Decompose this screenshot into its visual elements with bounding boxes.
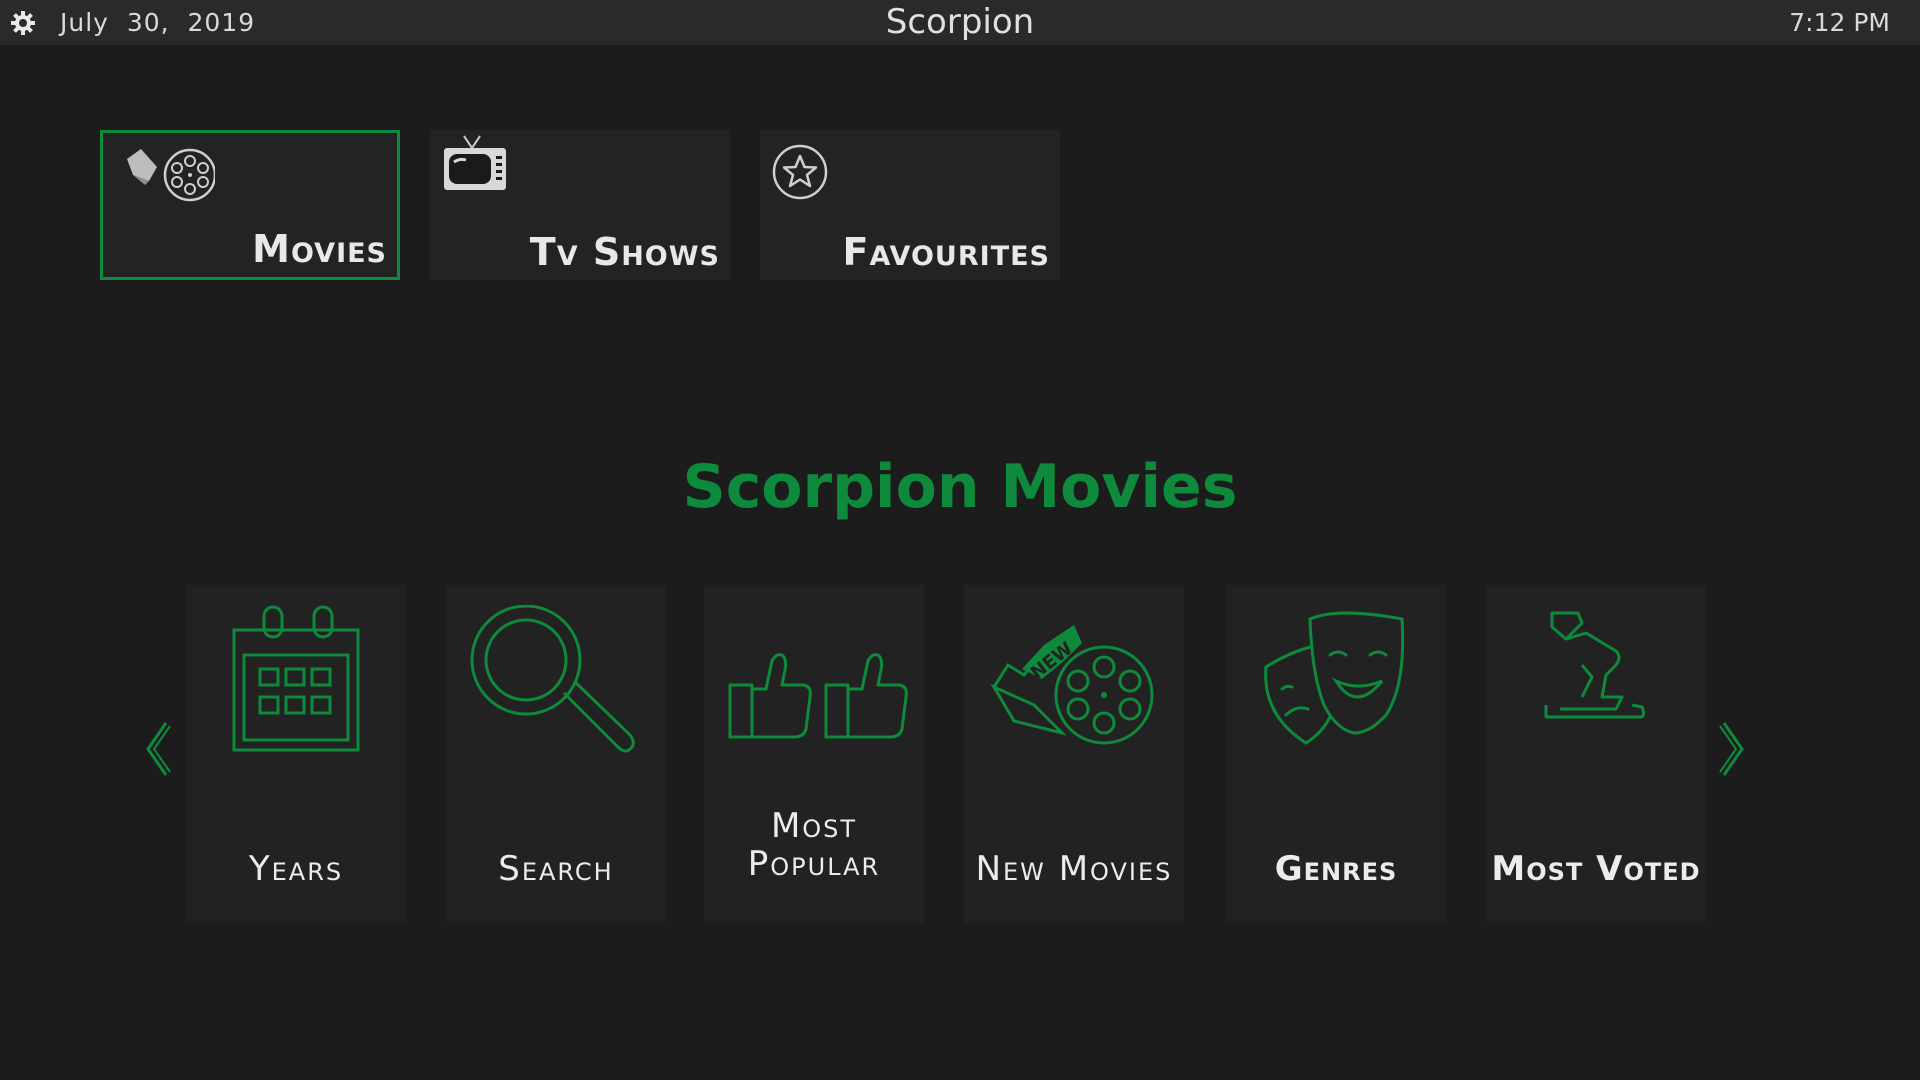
category-card-new-movies[interactable]: NEW New Movies — [964, 585, 1184, 923]
top-bar: July 30, 2019 Scorpion 7:12 PM — [0, 0, 1920, 45]
category-label: Years — [248, 849, 344, 889]
clock-label: 7:12 PM — [1789, 8, 1890, 37]
film-reel-icon — [127, 148, 215, 202]
category-label: Genres — [1274, 849, 1398, 889]
menu-tile-label: Tv Shows — [529, 230, 720, 274]
category-label: Most Voted — [1491, 849, 1701, 889]
magnifier-icon — [470, 605, 635, 753]
star-icon — [772, 144, 828, 200]
voting-hand-icon — [1544, 611, 1646, 719]
category-card-search[interactable]: Search — [446, 585, 666, 923]
category-label: Search — [498, 849, 614, 889]
new-film-reel-icon: NEW — [990, 625, 1154, 745]
tv-icon — [444, 135, 506, 190]
menu-tile-label: Movies — [252, 227, 387, 271]
section-title: Scorpion Movies — [682, 452, 1238, 522]
category-label: Most Popular — [747, 806, 881, 884]
calendar-icon — [232, 605, 360, 752]
category-row: Years Search Most Popular NEW New Movies… — [0, 585, 1920, 925]
category-label: New Movies — [975, 849, 1173, 889]
category-card-years[interactable]: Years — [186, 585, 406, 923]
menu-tile-movies[interactable]: Movies — [100, 130, 400, 280]
menu-tile-tv-shows[interactable]: Tv Shows — [430, 130, 730, 280]
menu-tile-label: Favourites — [842, 230, 1050, 274]
app-title: Scorpion — [885, 2, 1035, 42]
theater-masks-icon — [1264, 611, 1405, 745]
category-card-genres[interactable]: Genres — [1226, 585, 1446, 923]
thumbs-up-icon — [728, 653, 908, 739]
category-card-most-voted[interactable]: Most Voted — [1486, 585, 1706, 923]
menu-tile-favourites[interactable]: Favourites — [760, 130, 1060, 280]
category-card-most-popular[interactable]: Most Popular — [704, 585, 924, 923]
